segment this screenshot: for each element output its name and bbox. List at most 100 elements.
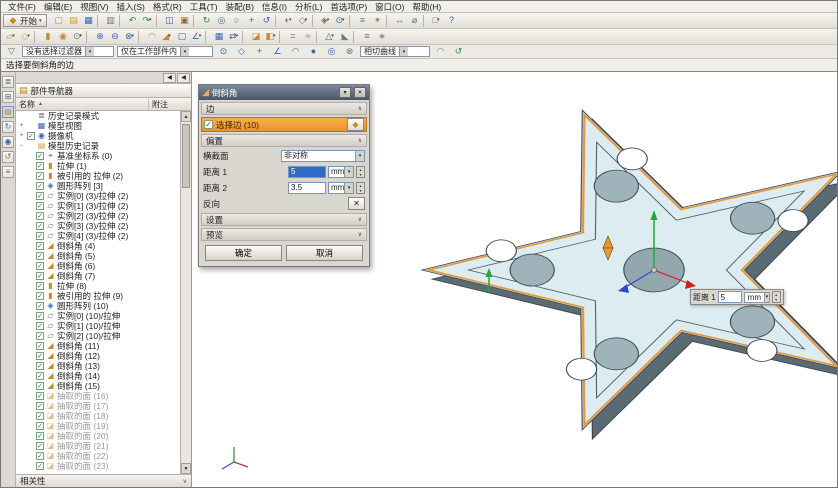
toolbar-icon[interactable]	[193, 15, 198, 27]
tree-item[interactable]: ✓ ◢ 倒斜角 (14)	[16, 371, 180, 381]
tree-item[interactable]: ✓ ⌖ 基准坐标系 (0)	[16, 151, 180, 161]
menu-help[interactable]: 帮助(H)	[408, 1, 445, 13]
menu-assemblies[interactable]: 装配(B)	[222, 1, 258, 13]
open-icon[interactable]: ▤	[66, 14, 81, 28]
feature-checkbox[interactable]: ✓	[36, 442, 44, 450]
distance-value-field[interactable]: 5	[718, 291, 742, 303]
feature-checkbox[interactable]: ✓	[36, 222, 44, 230]
tree-item[interactable]: ✓ ◪ 抽取的面 (23)	[16, 461, 180, 471]
chamfer-icon[interactable]: ◢▾	[159, 30, 174, 44]
feature-checkbox[interactable]: ✓	[27, 132, 35, 140]
column-name[interactable]: 名称 ▲	[16, 99, 149, 110]
tree-item[interactable]: ✓ ▱ 实例[1] (3)/拉伸 (2)	[16, 201, 180, 211]
stop-at-intersection-icon[interactable]: ◠	[433, 45, 448, 59]
tree-item[interactable]: ✓ ◢ 倒斜角 (4)	[16, 241, 180, 251]
intersect-icon[interactable]: ⊗▾	[122, 30, 137, 44]
toolbar-icon[interactable]	[119, 15, 124, 27]
feature-checkbox[interactable]: ✓	[36, 322, 44, 330]
hole-icon[interactable]: ⊙▾	[70, 30, 85, 44]
feature-checkbox[interactable]: ✓	[36, 212, 44, 220]
feature-checkbox[interactable]: ✓	[36, 242, 44, 250]
mirror-feature-icon[interactable]: ⇄▾	[226, 30, 241, 44]
offset-section-header[interactable]: 偏置 ∧	[201, 134, 367, 147]
dialog-close-button[interactable]: ✕	[354, 87, 366, 98]
tree-item[interactable]: ✓ ▮ 被引用的 拉伸 (2)	[16, 171, 180, 181]
trim-body-icon[interactable]: ◪	[248, 30, 263, 44]
distance2-spinner[interactable]: ▴ ▾	[356, 182, 365, 194]
cancel-button[interactable]: 取消	[286, 245, 363, 261]
customize-icon[interactable]: ∗	[374, 30, 389, 44]
subtract-icon[interactable]: ⊖	[107, 30, 122, 44]
help-icon[interactable]: ?	[444, 14, 459, 28]
history-palette-icon[interactable]: ↺	[2, 151, 14, 163]
tree-item[interactable]: ✓ ▱ 实例[0] (10)/拉伸	[16, 311, 180, 321]
tree-item[interactable]: ✓ ▮ 拉伸 (1)	[16, 161, 180, 171]
redo-icon[interactable]: ↷▾	[140, 14, 155, 28]
feature-checkbox[interactable]: ✓	[36, 162, 44, 170]
feature-checkbox[interactable]: ✓	[36, 192, 44, 200]
toolbar-icon[interactable]	[312, 15, 317, 27]
new-icon[interactable]: ▢	[51, 14, 66, 28]
feature-checkbox[interactable]: ✓	[36, 362, 44, 370]
feature-checkbox[interactable]: ✓	[36, 202, 44, 210]
feature-checkbox[interactable]	[27, 142, 35, 150]
menu-format[interactable]: 格式(R)	[149, 1, 186, 13]
feature-checkbox[interactable]: ✓	[36, 182, 44, 190]
feature-checkbox[interactable]: ✓	[36, 382, 44, 390]
feature-checkbox[interactable]: ✓	[36, 172, 44, 180]
tree-item[interactable]: ✓ ◪ 抽取的面 (18)	[16, 411, 180, 421]
tree-item[interactable]: ✓ ▱ 实例[0] (3)/拉伸 (2)	[16, 191, 180, 201]
feature-checkbox[interactable]: ✓	[36, 332, 44, 340]
tree-item[interactable]: ✓ ◢ 倒斜角 (7)	[16, 271, 180, 281]
distance1-field[interactable]: 5	[288, 166, 326, 178]
analysis-icon[interactable]: △▾	[322, 30, 337, 44]
feature-checkbox[interactable]: ✓	[36, 392, 44, 400]
feature-checkbox[interactable]: ✓	[36, 342, 44, 350]
distance1-spinner[interactable]: ▴ ▾	[356, 166, 365, 178]
save-icon[interactable]: ▦	[81, 14, 96, 28]
edge-blend-icon[interactable]: ◠	[144, 30, 159, 44]
scroll-down-button[interactable]: ▼	[181, 463, 191, 474]
unit-combo[interactable]: mm ▾	[328, 182, 354, 194]
toolbar-icon[interactable]	[349, 15, 354, 27]
move-object-icon[interactable]: ↔	[392, 14, 407, 28]
unite-icon[interactable]: ⊕	[92, 30, 107, 44]
menu-file[interactable]: 文件(F)	[4, 1, 40, 13]
tree-item[interactable]: ✓ ◪ 抽取的面 (22)	[16, 451, 180, 461]
scroll-up-button[interactable]: ▲	[181, 111, 191, 122]
feature-checkbox[interactable]: ✓	[36, 272, 44, 280]
settings-section-header[interactable]: 设置 ∨	[201, 213, 367, 226]
toolbar-icon[interactable]	[386, 15, 391, 27]
reset-rule-icon[interactable]: ↺	[451, 45, 466, 59]
measure-icon[interactable]: ⌀	[407, 14, 422, 28]
pin-panel-button[interactable]: ◀	[177, 73, 190, 83]
tree-item[interactable]: + ▦ 模型视图	[16, 121, 180, 131]
wireframe-icon[interactable]: ◇▾	[296, 14, 311, 28]
snap-arc-center-icon[interactable]: ◠	[288, 45, 303, 59]
tree-item[interactable]: ✓ ◢ 倒斜角 (15)	[16, 381, 180, 391]
snap-face-icon[interactable]: ⊗	[342, 45, 357, 59]
paste-icon[interactable]: ▣	[177, 14, 192, 28]
feature-checkbox[interactable]	[27, 112, 35, 120]
tree-item[interactable]: ✓ ▱ 实例[2] (3)/拉伸 (2)	[16, 211, 180, 221]
feature-checkbox[interactable]: ✓	[36, 462, 44, 470]
menu-view[interactable]: 视图(V)	[76, 1, 112, 13]
menu-window[interactable]: 窗口(O)	[371, 1, 408, 13]
tree-item[interactable]: ✓ ◈ 圆形阵列 (10)	[16, 301, 180, 311]
unit-combo[interactable]: mm ▾	[744, 292, 770, 303]
feature-checkbox[interactable]: ✓	[36, 302, 44, 310]
dependencies-section[interactable]: 相关性 ∨	[16, 474, 191, 487]
reuse-library-icon[interactable]: ↻	[2, 121, 14, 133]
fit-view-icon[interactable]: ◎	[214, 14, 229, 28]
tree-item[interactable]: ✓ ◢ 倒斜角 (5)	[16, 251, 180, 261]
tree-item[interactable]: ✓ ◪ 抽取的面 (20)	[16, 431, 180, 441]
feature-checkbox[interactable]: ✓	[36, 312, 44, 320]
tree-item[interactable]: ✓ ▱ 实例[1] (10)/拉伸	[16, 321, 180, 331]
expression-icon[interactable]: =	[285, 30, 300, 44]
tree-item[interactable]: ✓ ◢ 倒斜角 (11)	[16, 341, 180, 351]
layer-settings-icon[interactable]: ≡	[355, 14, 370, 28]
snap-quadrant-icon[interactable]: ●	[306, 45, 321, 59]
tree-item[interactable]: ✓ ◪ 抽取的面 (16)	[16, 391, 180, 401]
tree-item[interactable]: ✓ ◪ 抽取的面 (19)	[16, 421, 180, 431]
column-note[interactable]: 附注	[149, 99, 191, 110]
